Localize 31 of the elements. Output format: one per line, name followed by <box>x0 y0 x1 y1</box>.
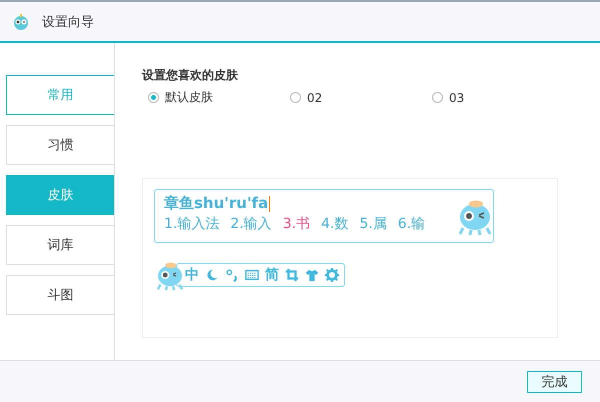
moon-icon[interactable] <box>205 268 219 282</box>
radio-label: 02 <box>307 90 322 104</box>
candidate[interactable]: 1.输入法 <box>164 215 220 233</box>
composition-text: 章鱼shu'ru'fa <box>164 194 268 213</box>
sidebar-item[interactable]: 斗图 <box>6 275 114 315</box>
radio-button[interactable] <box>432 92 443 103</box>
shirt-icon[interactable] <box>305 268 319 282</box>
sidebar-item[interactable]: 词库 <box>6 225 114 265</box>
finish-button[interactable]: 完成 <box>527 371 582 393</box>
candidate[interactable]: 2.输入 <box>230 215 272 233</box>
app-icon <box>12 12 30 30</box>
sidebar-item[interactable]: 皮肤 <box>6 175 114 215</box>
toolbar-label[interactable]: 简 <box>265 266 279 284</box>
toolbar-label[interactable]: 中 <box>185 266 199 284</box>
sidebar-item[interactable]: 常用 <box>6 75 114 115</box>
text-cursor <box>269 196 270 212</box>
window-title: 设置向导 <box>42 14 94 30</box>
punctuation-icon[interactable] <box>225 268 239 282</box>
candidate[interactable]: 6.输 <box>398 215 426 233</box>
settings-icon[interactable] <box>325 268 339 282</box>
candidate[interactable]: 3.书 <box>282 215 310 233</box>
keyboard-icon[interactable] <box>245 268 259 282</box>
section-heading: 设置您喜欢的皮肤 <box>142 67 239 84</box>
candidate[interactable]: 5.属 <box>359 215 387 233</box>
candidate[interactable]: 4.数 <box>321 215 348 233</box>
radio-button[interactable] <box>290 92 301 103</box>
sidebar-item[interactable]: 习惯 <box>6 125 114 165</box>
radio-button[interactable] <box>148 92 159 103</box>
radio-label: 03 <box>449 90 464 104</box>
radio-label: 默认皮肤 <box>165 89 213 106</box>
crop-icon[interactable] <box>285 268 299 282</box>
